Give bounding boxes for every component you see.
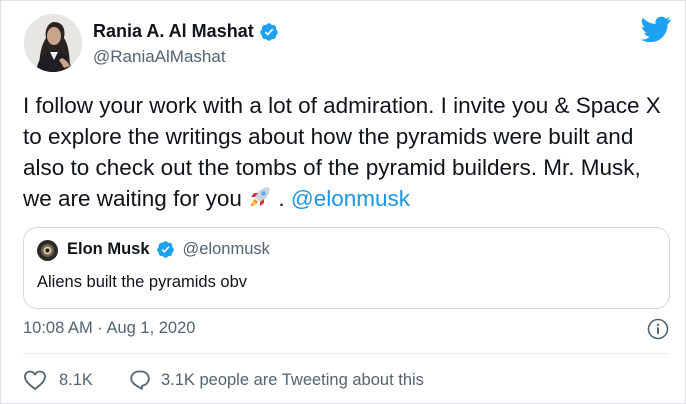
quoted-verified-badge-icon (156, 240, 175, 259)
conversation-text[interactable]: 3.1K people are Tweeting about this (161, 371, 424, 390)
twitter-bird-icon[interactable] (641, 16, 671, 43)
tweet-timestamp[interactable]: 10:08 AM · Aug 1, 2020 (23, 319, 195, 338)
info-icon[interactable] (647, 318, 669, 340)
author-avatar[interactable] (24, 14, 82, 72)
heart-icon[interactable] (23, 369, 47, 391)
quoted-author-handle[interactable]: @elonmusk (183, 240, 270, 259)
rocket-emoji-icon (248, 185, 272, 217)
verified-badge-icon (259, 22, 279, 42)
mention-link[interactable]: @elonmusk (291, 186, 410, 211)
tweet-text-separator: . (272, 186, 291, 211)
tweet-embed-card: Rania A. Al Mashat @RaniaAlMashat I foll… (0, 0, 686, 404)
like-action[interactable]: 8.1K (23, 369, 93, 391)
tweet-actions: 8.1K 3.1K people are Tweeting about this (23, 369, 424, 391)
speech-bubble-icon[interactable] (129, 369, 151, 391)
quoted-author-name[interactable]: Elon Musk (67, 240, 150, 259)
quoted-tweet[interactable]: Elon Musk @elonmusk Aliens built the pyr… (23, 227, 670, 309)
tweet-body: I follow your work with a lot of admirat… (23, 90, 663, 217)
author-name-row[interactable]: Rania A. Al Mashat (93, 21, 279, 42)
quoted-author-row[interactable]: Elon Musk @elonmusk (67, 240, 270, 259)
quoted-author-avatar[interactable] (37, 240, 58, 261)
author-name[interactable]: Rania A. Al Mashat (93, 21, 254, 42)
author-handle[interactable]: @RaniaAlMashat (93, 47, 226, 67)
like-count[interactable]: 8.1K (59, 371, 93, 390)
conversation-action[interactable]: 3.1K people are Tweeting about this (129, 369, 424, 391)
quoted-tweet-text: Aliens built the pyramids obv (37, 273, 248, 291)
divider (23, 353, 670, 354)
